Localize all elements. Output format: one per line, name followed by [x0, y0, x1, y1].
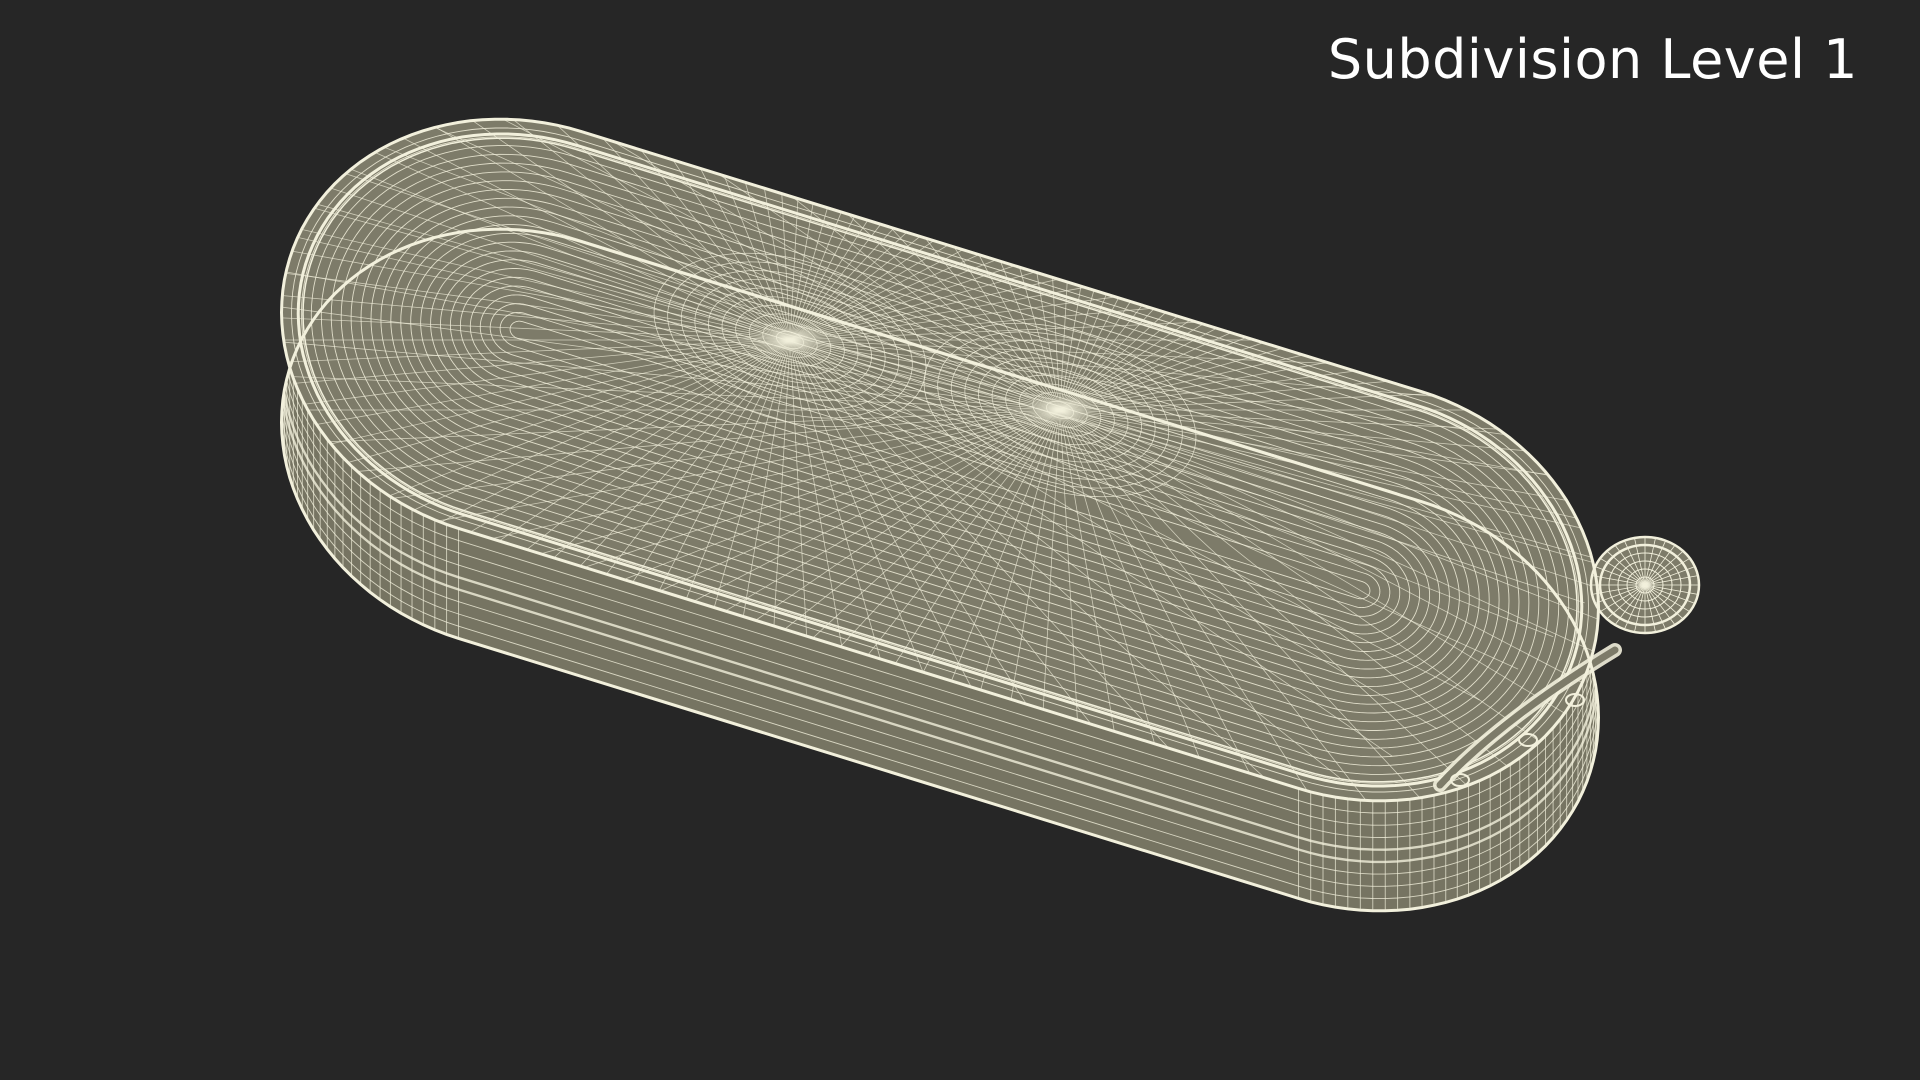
circular-button-mesh	[1589, 535, 1701, 635]
top-radial	[1059, 119, 1599, 411]
top-radial	[1059, 146, 1599, 411]
top-radial	[1059, 119, 1599, 411]
top-radial	[1059, 218, 1599, 411]
top-radial	[1059, 181, 1599, 411]
top-radial	[1059, 119, 1599, 411]
subdivision-level-label: Subdivision Level 1	[1327, 28, 1858, 91]
top-radial	[789, 119, 1585, 341]
top-radial	[789, 119, 1599, 341]
wireframe-model	[279, 117, 1701, 913]
viewport-canvas: Subdivision Level 1	[0, 0, 1920, 1080]
